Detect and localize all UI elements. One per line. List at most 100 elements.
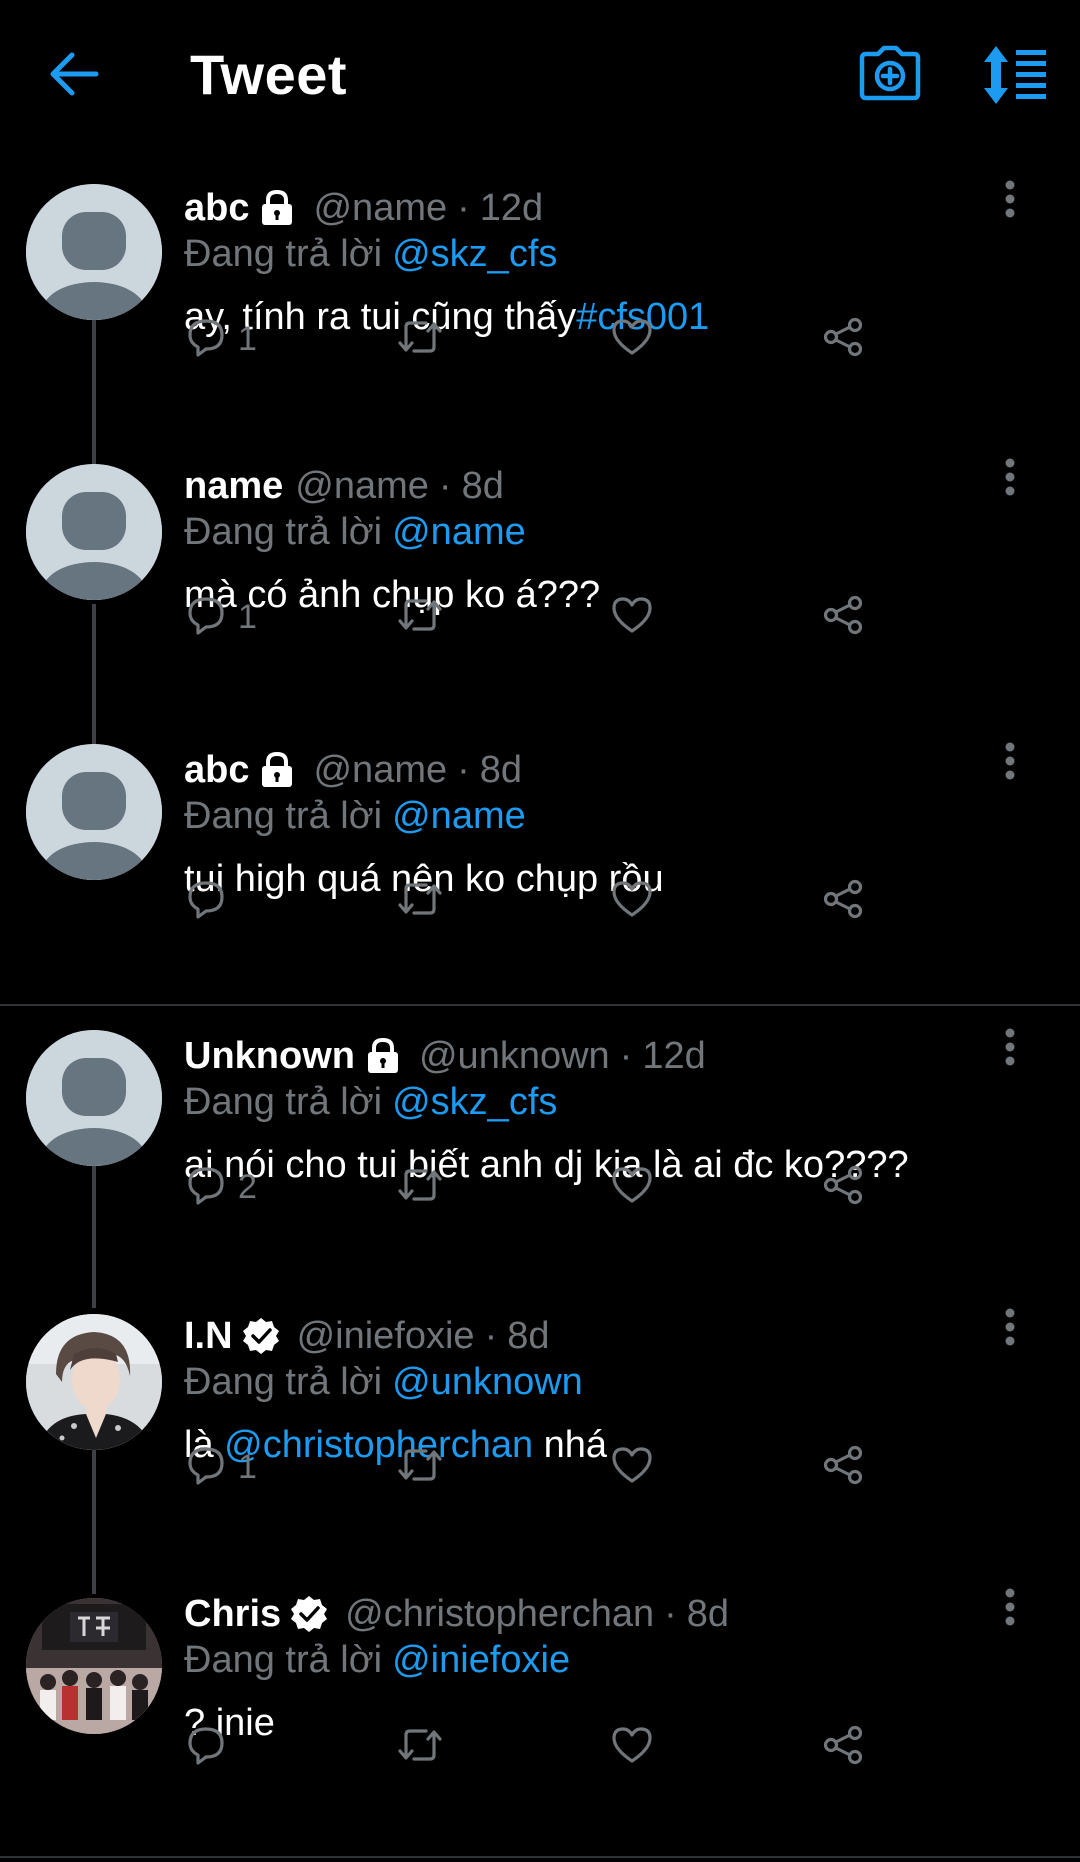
replying-to: Đang trả lời @iniefoxie: [184, 1636, 1004, 1684]
display-name[interactable]: Chris: [184, 1593, 281, 1636]
tweet-detail-screen: Tweet abc @name · 12d Đang trả lời @skz_…: [0, 0, 1080, 1862]
tweet-item[interactable]: Unknown @unknown · 12d Đang trả lời @skz…: [0, 1028, 1080, 1314]
reply-button[interactable]: [186, 1722, 226, 1772]
reply-icon: [186, 595, 226, 640]
tweet-item[interactable]: I.N @iniefoxie · 8d Đang trả lời @unknow…: [0, 1308, 1080, 1596]
avatar[interactable]: [26, 1030, 162, 1166]
back-arrow-icon[interactable]: [44, 44, 104, 104]
profile-photo: [26, 1598, 162, 1734]
like-button[interactable]: [610, 1162, 654, 1212]
avatar[interactable]: [26, 1314, 162, 1450]
timestamp: 8d: [686, 1592, 730, 1635]
page-title: Tweet: [190, 43, 348, 106]
reply-mention-link[interactable]: @unknown: [392, 1361, 583, 1404]
more-options-icon[interactable]: [990, 174, 1030, 224]
tweet-item[interactable]: name @name · 8d Đang trả lời @name mà có…: [0, 458, 1080, 752]
retweet-icon: [396, 1725, 444, 1770]
display-name[interactable]: I.N: [184, 1315, 233, 1358]
reply-mention-link[interactable]: @skz_cfs: [392, 1081, 557, 1124]
retweet-button[interactable]: [396, 876, 444, 926]
reply-button[interactable]: 2: [186, 1162, 257, 1212]
more-options-icon[interactable]: [990, 452, 1030, 502]
share-button[interactable]: [822, 1442, 864, 1492]
reply-icon: [186, 879, 226, 924]
retweet-icon: [396, 879, 444, 924]
like-button[interactable]: [610, 1442, 654, 1492]
display-name[interactable]: abc: [184, 187, 249, 230]
retweet-icon: [396, 317, 444, 362]
replying-to-label: Đang trả lời: [184, 794, 383, 837]
separator-dot: ·: [484, 1314, 498, 1357]
tweet-actions: 1: [184, 314, 863, 364]
sort-replies-icon[interactable]: [980, 44, 1050, 106]
user-handle[interactable]: @name: [313, 187, 447, 230]
user-handle[interactable]: @christopherchan: [345, 1593, 654, 1636]
reply-mention-link[interactable]: @skz_cfs: [392, 233, 557, 276]
tweet-item[interactable]: abc @name · 8d Đang trả lời @name tui hi…: [0, 742, 1080, 1032]
reply-button[interactable]: 1: [186, 314, 257, 364]
display-name[interactable]: Unknown: [184, 1035, 355, 1078]
share-button[interactable]: [822, 1722, 864, 1772]
like-button[interactable]: [610, 876, 654, 926]
retweet-button[interactable]: [396, 592, 444, 642]
reply-mention-link[interactable]: @iniefoxie: [392, 1639, 570, 1682]
tweet-actions: 1: [184, 592, 863, 642]
share-button[interactable]: [822, 592, 864, 642]
separator-dot: ·: [438, 464, 452, 507]
user-handle[interactable]: @unknown: [419, 1035, 610, 1078]
reply-count: 1: [238, 319, 257, 358]
more-options-icon[interactable]: [990, 1022, 1030, 1072]
share-button[interactable]: [822, 876, 864, 926]
replying-to: Đang trả lời @skz_cfs: [184, 230, 1004, 278]
user-handle[interactable]: @name: [313, 749, 447, 792]
tweet-actions: [184, 1722, 863, 1772]
reply-button[interactable]: 1: [186, 592, 257, 642]
separator-dot: ·: [664, 1592, 677, 1635]
reply-mention-link[interactable]: @name: [392, 795, 526, 838]
reply-button[interactable]: 1: [186, 1442, 257, 1492]
heart-icon: [610, 595, 654, 640]
profile-photo: [26, 1314, 162, 1450]
heart-icon: [610, 1725, 654, 1770]
more-options-icon[interactable]: [990, 736, 1030, 786]
reply-button[interactable]: [186, 876, 226, 926]
avatar[interactable]: [26, 1598, 162, 1734]
avatar[interactable]: [26, 464, 162, 600]
user-handle[interactable]: @name: [295, 465, 429, 508]
tweet-item[interactable]: abc @name · 12d Đang trả lời @skz_cfs ay…: [0, 180, 1080, 468]
separator-dot: ·: [457, 186, 470, 229]
replying-to-label: Đang trả lời: [184, 510, 383, 553]
share-icon: [822, 879, 864, 924]
tweet-item[interactable]: Chris @christopherchan · 8d Đang trả lời…: [0, 1588, 1080, 1862]
retweet-icon: [396, 595, 444, 640]
retweet-button[interactable]: [396, 1722, 444, 1772]
avatar[interactable]: [26, 744, 162, 880]
share-button[interactable]: [822, 314, 864, 364]
tweet-actions: 2: [184, 1162, 863, 1212]
reply-mention-link[interactable]: @name: [392, 511, 526, 554]
more-options-icon[interactable]: [990, 1582, 1030, 1632]
display-name[interactable]: name: [184, 465, 283, 508]
more-options-icon[interactable]: [990, 1302, 1030, 1352]
avatar[interactable]: [26, 184, 162, 320]
timestamp: 12d: [479, 186, 544, 229]
retweet-button[interactable]: [396, 314, 444, 364]
retweet-button[interactable]: [396, 1162, 444, 1212]
add-photo-camera-icon[interactable]: [858, 42, 922, 106]
lock-icon: [259, 189, 295, 227]
reply-icon: [186, 1445, 226, 1490]
timestamp: 12d: [642, 1034, 706, 1077]
reply-count: 1: [238, 1447, 257, 1486]
like-button[interactable]: [610, 1722, 654, 1772]
reply-icon: [186, 1725, 226, 1770]
retweet-button[interactable]: [396, 1442, 444, 1492]
share-icon: [822, 1725, 864, 1770]
share-icon: [822, 1165, 864, 1210]
bottom-divider: [0, 1856, 1080, 1858]
like-button[interactable]: [610, 592, 654, 642]
heart-icon: [610, 1445, 654, 1490]
user-handle[interactable]: @iniefoxie: [297, 1315, 475, 1358]
like-button[interactable]: [610, 314, 654, 364]
display-name[interactable]: abc: [184, 749, 249, 792]
share-button[interactable]: [822, 1162, 864, 1212]
